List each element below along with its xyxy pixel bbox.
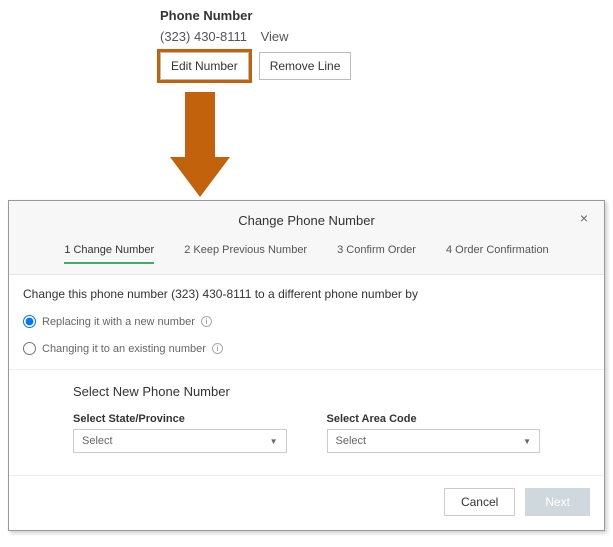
option-existing-radio[interactable]	[23, 342, 36, 355]
info-icon[interactable]: i	[201, 316, 212, 327]
option-replace-radio[interactable]	[23, 315, 36, 328]
change-phone-dialog: Change Phone Number × 1 Change Number 2 …	[8, 200, 605, 531]
step-order-confirmation[interactable]: 4 Order Confirmation	[446, 244, 549, 264]
close-icon[interactable]: ×	[574, 209, 594, 227]
option-existing-row[interactable]: Changing it to an existing number i	[23, 342, 590, 355]
cancel-button[interactable]: Cancel	[444, 488, 515, 516]
select-new-number-title: Select New Phone Number	[73, 384, 540, 399]
area-label: Select Area Code	[327, 413, 541, 425]
state-select[interactable]: Select ▼	[73, 429, 287, 453]
chevron-down-icon: ▼	[523, 437, 531, 446]
info-icon[interactable]: i	[212, 343, 223, 354]
option-replace-row[interactable]: Replacing it with a new number i	[23, 315, 590, 328]
area-code-select[interactable]: Select ▼	[327, 429, 541, 453]
annotation-arrow	[170, 92, 230, 197]
change-prompt: Change this phone number (323) 430-8111 …	[23, 287, 590, 301]
step-confirm-order[interactable]: 3 Confirm Order	[337, 244, 416, 264]
phone-number-value: (323) 430-8111	[160, 29, 247, 44]
chevron-down-icon: ▼	[270, 437, 278, 446]
step-keep-previous[interactable]: 2 Keep Previous Number	[184, 244, 307, 264]
next-button[interactable]: Next	[525, 488, 590, 516]
option-existing-label: Changing it to an existing number	[42, 343, 206, 355]
state-label: Select State/Province	[73, 413, 287, 425]
area-code-select-value: Select	[336, 435, 367, 447]
state-select-value: Select	[82, 435, 113, 447]
view-link[interactable]: View	[261, 29, 289, 44]
option-replace-label: Replacing it with a new number	[42, 316, 195, 328]
edit-number-button[interactable]: Edit Number	[160, 52, 249, 80]
phone-number-label: Phone Number	[160, 8, 613, 23]
dialog-title: Change Phone Number	[9, 201, 604, 238]
step-change-number[interactable]: 1 Change Number	[64, 244, 154, 264]
remove-line-button[interactable]: Remove Line	[259, 52, 352, 80]
